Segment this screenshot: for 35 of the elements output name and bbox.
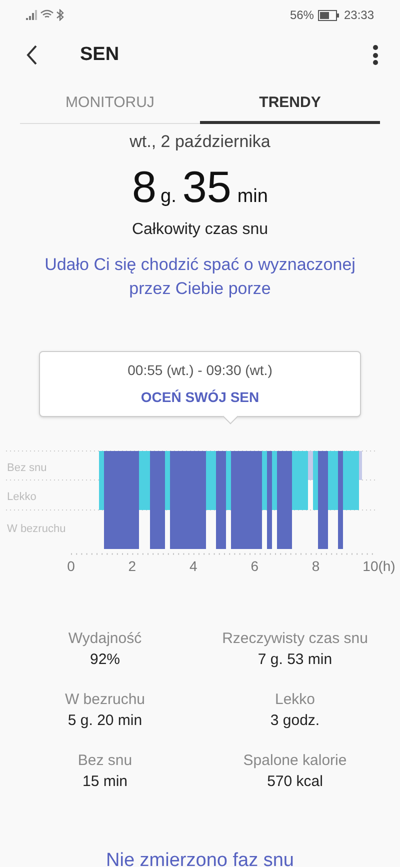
tab[interactable]: MONITORUJ: [20, 86, 200, 124]
stat-label: Rzeczywisty czas snu: [222, 628, 368, 648]
tab[interactable]: TRENDY: [200, 86, 380, 124]
hour-label: 0: [67, 558, 75, 574]
hour-label: 10(h): [362, 558, 396, 574]
sleep-stages-link[interactable]: Nie zmierzono faz snu: [0, 846, 400, 867]
hour-label: 6: [250, 558, 258, 574]
stat-label: Spalone kalorie: [243, 750, 347, 770]
battery-percent: 56%: [290, 7, 314, 24]
awake-area: [308, 450, 362, 480]
stat-value: 5 g. 20 min: [68, 710, 142, 730]
duration-caption: Całkowity czas snu: [130, 220, 270, 240]
sleep-duration: 8 g.35 min: [131, 162, 269, 212]
sleep-time-range: 00:55 (wt.) - 09:30 (wt.): [128, 360, 272, 380]
stat-value: 3 godz.: [270, 710, 320, 730]
stat-label: Bez snu: [78, 750, 132, 770]
stat-label: Lekko: [274, 690, 316, 710]
stat-value: 15 min: [82, 772, 128, 792]
stage-label: Lekko: [7, 490, 36, 502]
rate-sleep-link[interactable]: OCEŃ SWÓJ SEN: [140, 386, 260, 408]
hour-label: 2: [128, 558, 136, 574]
hour-label: 4: [190, 558, 198, 574]
stat-value: 570 kcal: [267, 772, 323, 792]
stat-label: Wydajność: [68, 628, 142, 648]
battery-icon: [318, 10, 340, 20]
page-title: SEN: [80, 42, 120, 67]
date-label: wt., 2 października: [128, 131, 272, 153]
stage-label: Bez snu: [7, 462, 47, 474]
stage-label: W bezruchu: [7, 522, 66, 534]
stat-label: W bezruchu: [64, 690, 146, 710]
stat-value: 7 g. 53 min: [258, 650, 332, 670]
stat-value: 92%: [90, 650, 120, 670]
clock: 23:33: [344, 7, 374, 24]
hour-label: 8: [312, 558, 320, 574]
goal-message: Udało Ci się chodzić spać o wyznaczonej przez Ciebie porze: [44, 254, 356, 300]
